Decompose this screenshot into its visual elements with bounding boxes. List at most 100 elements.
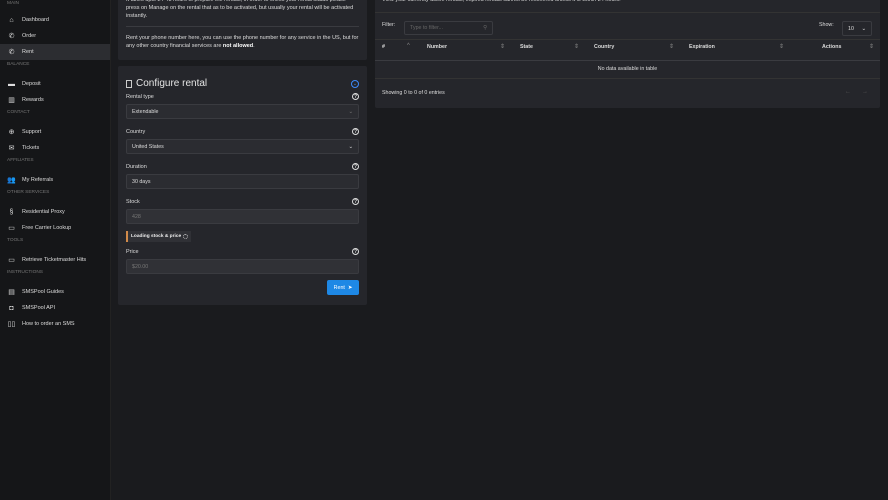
stock-field: 428: [126, 209, 359, 224]
rent-button-label: Rent: [333, 284, 345, 291]
sort-icon[interactable]: ⇕: [869, 43, 874, 50]
sidebar-item-support[interactable]: ⊕ Support: [0, 124, 110, 140]
sidebar-item-label: Retrieve Ticketmaster Hits: [22, 257, 87, 263]
help-icon[interactable]: ?: [352, 198, 359, 205]
show-label: Show:: [819, 22, 834, 28]
sidebar-section-title: Balance: [7, 62, 30, 67]
sidebar-section-title: Affiliates: [7, 158, 34, 163]
sidebar-section-title: Instructions: [7, 270, 43, 275]
chip-icon: ◘: [9, 304, 14, 312]
help-icon[interactable]: ?: [352, 128, 359, 135]
sidebar: Main ⌂ Dashboard ✆ Order ✆ Rent Balance ▬ Deposit…: [0, 0, 111, 500]
lifebuoy-icon: ⊕: [8, 129, 15, 136]
country-label: Country: [126, 128, 146, 135]
configure-rental-card: Configure rental ⌄ Rental type? Extendab…: [118, 66, 367, 305]
column-header-index[interactable]: #: [382, 44, 385, 50]
table-info: Showing 0 to 0 of 0 entries: [382, 90, 445, 96]
chevron-down-icon: ⌄: [348, 143, 353, 150]
rental-type-label: Rental type: [126, 93, 154, 100]
rentals-note: View your currently active rentals, expi…: [375, 0, 880, 13]
phone-icon: ✆: [8, 33, 15, 40]
sidebar-item-how-to-order-an-sms[interactable]: ▯▯ How to order an SMS: [0, 316, 110, 332]
column-header-state[interactable]: State: [520, 44, 533, 50]
filter-placeholder: Type to filter...: [410, 25, 443, 31]
send-icon: ➤: [347, 284, 353, 291]
sidebar-section-title: Contact: [7, 110, 30, 115]
sidebar-item-dashboard[interactable]: ⌂ Dashboard: [0, 12, 110, 28]
sidebar-item-smspool-guides[interactable]: ▤ SMSPool Guides: [0, 284, 110, 300]
sidebar-item-rent[interactable]: ✆ Rent: [0, 44, 110, 60]
document-icon: [126, 79, 132, 88]
sidebar-item-label: My Referrals: [22, 177, 54, 183]
column-header-expiration[interactable]: Expiration: [689, 44, 715, 50]
sidebar-item-label: Free Carrier Lookup: [22, 225, 72, 231]
sort-icon[interactable]: ⇕: [574, 43, 579, 50]
sidebar-item-my-referrals[interactable]: 👥 My Referrals: [0, 172, 110, 188]
sidebar-item-label: Order: [22, 33, 37, 39]
sidebar-item-label: Rewards: [22, 97, 44, 103]
loading-badge: Loading stock & price: [126, 231, 192, 242]
price-value: $20.00: [132, 263, 149, 270]
previous-page-button[interactable]: ←: [845, 89, 851, 95]
sidebar-item-retrieve-ticketmaster-hits[interactable]: ▭ Retrieve Ticketmaster Hits: [0, 252, 110, 268]
sort-icon[interactable]: ⇕: [669, 43, 674, 50]
sidebar-item-label: SMSPool API: [22, 305, 56, 311]
column-header-number[interactable]: Number: [427, 44, 447, 50]
empty-table-message: No data available in table: [597, 66, 658, 72]
sidebar-section-title: Main: [7, 1, 19, 6]
rental-type-select[interactable]: Extendable ⌄: [126, 104, 359, 119]
sidebar-item-residential-proxy[interactable]: § Residential Proxy: [0, 204, 110, 220]
sidebar-item-label: Support: [22, 129, 42, 135]
help-icon[interactable]: ?: [352, 163, 359, 170]
loading-text: Loading stock & price: [131, 234, 182, 239]
country-select[interactable]: United States ⌄: [126, 139, 359, 154]
sort-icon[interactable]: ⇕: [779, 43, 784, 50]
stock-label: Stock: [126, 198, 140, 205]
filter-label: Filter:: [382, 22, 396, 28]
rent-button[interactable]: Rent ➤: [327, 280, 359, 295]
gift-icon: ▥: [8, 97, 15, 104]
page-size-select[interactable]: 10 ⌄: [842, 21, 872, 36]
sidebar-item-label: SMSPool Guides: [22, 289, 64, 295]
monitor-icon: ▭: [8, 257, 15, 264]
duration-value: 30 days: [132, 178, 151, 185]
sort-asc-icon[interactable]: ^: [407, 43, 410, 49]
rental-info-card: It takes upto 24-48 hours to prepare the…: [118, 0, 367, 60]
collapse-chevron-icon[interactable]: ⌄: [351, 79, 359, 88]
page-size-value: 10: [848, 25, 854, 32]
sort-icon[interactable]: ⇕: [500, 43, 505, 50]
column-header-country[interactable]: Country: [594, 44, 614, 50]
sidebar-item-tickets[interactable]: ✉ Tickets: [0, 140, 110, 156]
phone-rent-icon: ✆: [8, 49, 15, 56]
chevron-down-icon: ⌄: [348, 108, 353, 115]
configure-rental-title: Configure rental: [136, 78, 208, 89]
sidebar-item-label: Tickets: [22, 145, 40, 151]
sidebar-item-label: How to order an SMS: [22, 321, 75, 327]
proxy-icon: §: [9, 208, 14, 216]
sidebar-item-free-carrier-lookup[interactable]: ▭ Free Carrier Lookup: [0, 220, 110, 236]
sidebar-item-label: Dashboard: [22, 17, 49, 23]
help-icon[interactable]: ?: [352, 93, 359, 100]
rental-info-text: It takes upto 24-48 hours to prepare the…: [126, 0, 359, 27]
rental-policy-text: Rent your phone number here, you can use…: [126, 27, 359, 50]
policy-end: .: [253, 43, 255, 49]
sidebar-item-rewards[interactable]: ▥ Rewards: [0, 92, 110, 108]
price-field: $20.00: [126, 259, 359, 274]
home-icon: ⌂: [9, 16, 14, 24]
filter-input[interactable]: Type to filter... ⚲: [404, 21, 493, 35]
envelope-icon: ✉: [8, 145, 15, 152]
price-label: Price: [126, 248, 139, 255]
search-icon: ⚲: [483, 25, 487, 31]
sidebar-section-title: Other services: [7, 190, 50, 195]
rental-type-value: Extendable: [132, 108, 159, 115]
sidebar-item-deposit[interactable]: ▬ Deposit: [0, 76, 110, 92]
country-value: United States: [132, 143, 164, 150]
sidebar-item-smspool-api[interactable]: ◘ SMSPool API: [0, 300, 110, 316]
next-page-button[interactable]: →: [862, 89, 868, 95]
column-header-actions[interactable]: Actions: [822, 44, 841, 50]
duration-label: Duration: [126, 163, 147, 170]
sidebar-item-order[interactable]: ✆ Order: [0, 28, 110, 44]
active-rentals-card: View your currently active rentals, expi…: [375, 0, 880, 108]
duration-input[interactable]: 30 days: [126, 174, 359, 189]
help-icon[interactable]: ?: [352, 248, 359, 255]
